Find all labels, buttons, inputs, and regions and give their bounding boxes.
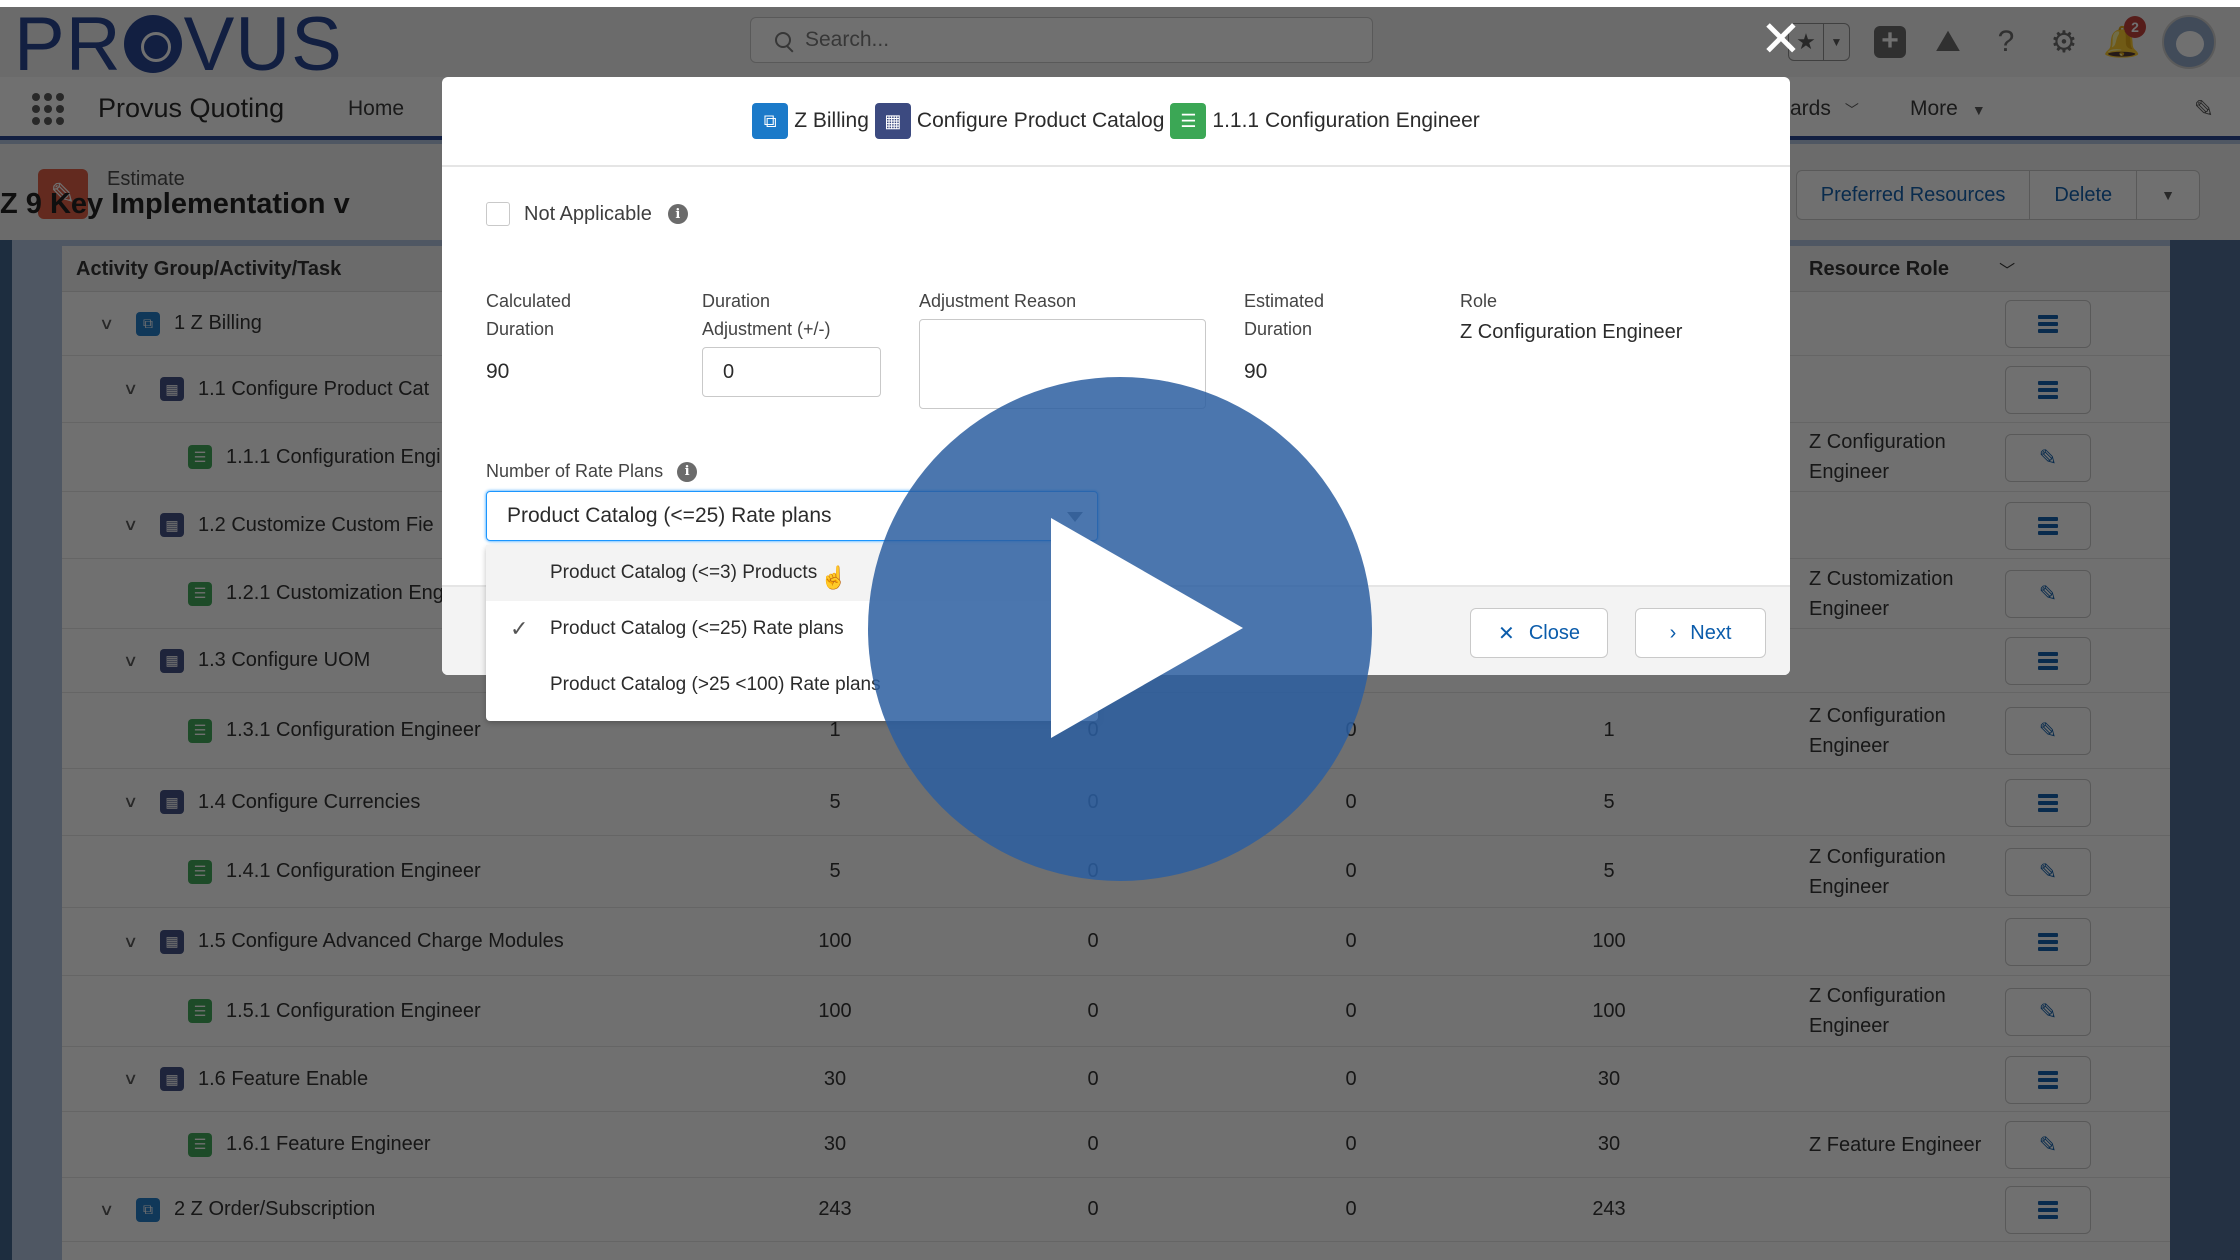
activity-icon: ▦	[874, 103, 911, 139]
not-applicable-checkbox[interactable]	[486, 202, 510, 226]
task-list-icon: ☰	[1170, 103, 1207, 139]
label-line: Calculated	[486, 291, 572, 311]
option-label: Product Catalog (>25 <100) Rate plans	[550, 674, 881, 695]
chevron-right-icon: ›	[1669, 621, 1677, 644]
option-label: Product Catalog (<=25) Rate plans	[550, 618, 844, 639]
estimated-duration-value: 90	[1244, 360, 1268, 383]
info-icon[interactable]: i	[667, 204, 688, 224]
breadcrumb-group: ⧉ Z Billing	[752, 103, 869, 139]
breadcrumb-activity-label: Configure Product Catalog	[916, 109, 1165, 132]
next-button[interactable]: › Next	[1635, 608, 1766, 658]
breadcrumb-task: ☰ 1.1.1 Configuration Engineer	[1170, 103, 1480, 139]
activity-group-icon: ⧉	[752, 103, 789, 139]
duration-adjustment-value: 0	[723, 360, 735, 383]
rate-plans-selected-value: Product Catalog (<=25) Rate plans	[507, 504, 832, 527]
role-value: Z Configuration Engineer	[1460, 321, 1683, 343]
close-button[interactable]: ✕ Close	[1470, 608, 1608, 658]
rate-plans-label: Number of Rate Plans i	[486, 461, 698, 482]
close-icon[interactable]: ✕	[1760, 14, 1802, 64]
video-play-button[interactable]	[868, 377, 1372, 881]
close-icon: ✕	[1498, 622, 1515, 645]
breadcrumb-activity: ▦ Configure Product Catalog	[874, 103, 1165, 139]
calculated-duration-value: 90	[486, 360, 510, 383]
info-icon[interactable]: i	[677, 461, 698, 482]
label-line: Duration	[1244, 319, 1313, 339]
modal-breadcrumb: ⧉ Z Billing ▦ Configure Product Catalog …	[442, 77, 1790, 167]
calculated-duration-label: Calculated Duration	[486, 287, 571, 343]
not-applicable-label: Not Applicable	[524, 202, 652, 225]
role-label: Role	[1460, 291, 1498, 311]
estimated-duration-label: Estimated Duration	[1244, 287, 1324, 343]
label-line: Adjustment (+/-)	[702, 319, 831, 339]
hand-cursor-icon: ☝	[820, 565, 848, 590]
label-line: Estimated	[1244, 291, 1325, 311]
duration-adjustment-label: Duration Adjustment (+/-)	[702, 287, 831, 343]
checkmark-icon: ✓	[510, 616, 529, 641]
label-line: Duration	[702, 291, 771, 311]
option-label: Product Catalog (<=3) Products	[550, 562, 818, 583]
breadcrumb-task-label: 1.1.1 Configuration Engineer	[1212, 109, 1480, 132]
adjustment-reason-label: Adjustment Reason	[919, 291, 1077, 311]
not-applicable-row: Not Applicable i	[486, 202, 688, 226]
breadcrumb-group-label: Z Billing	[794, 109, 869, 132]
rate-plans-label-text: Number of Rate Plans	[486, 461, 664, 481]
label-line: Duration	[486, 319, 555, 339]
duration-adjustment-input[interactable]: 0	[702, 347, 881, 397]
next-button-label: Next	[1690, 621, 1732, 644]
close-button-label: Close	[1528, 621, 1580, 644]
